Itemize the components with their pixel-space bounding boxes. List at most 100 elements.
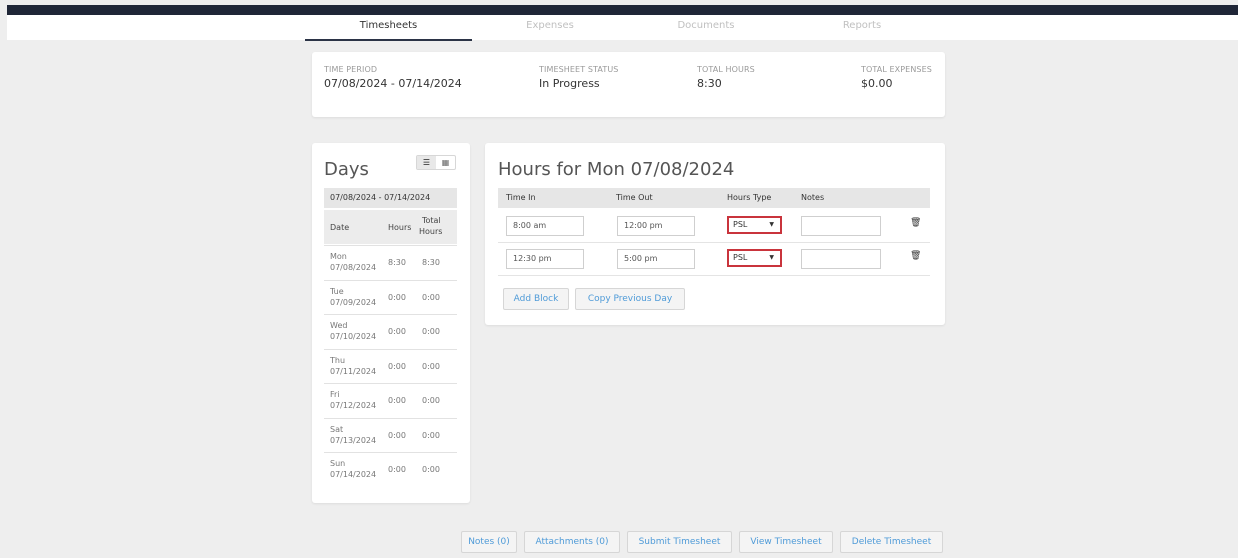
- day-hours: 0:00: [388, 465, 406, 474]
- col-notes: Notes: [801, 193, 825, 202]
- day-date: Thu 07/11/2024: [330, 355, 376, 377]
- day-hours: 0:00: [388, 361, 406, 371]
- day-name: Sun: [330, 459, 346, 468]
- day-row[interactable]: Thu 07/11/2024 0:00 0:00: [324, 348, 457, 383]
- day-date-value: 07/12/2024: [330, 401, 377, 410]
- total-hours-value: 8:30: [697, 77, 722, 90]
- hours-title: Hours for Mon 07/08/2024: [498, 159, 735, 180]
- dropdown-caret-icon: ▼: [769, 254, 774, 261]
- day-total-hours: 0:00: [422, 430, 440, 440]
- view-toggle: ☰ ▦: [416, 155, 456, 170]
- day-date-value: 07/10/2024: [330, 332, 377, 341]
- list-view-icon[interactable]: ☰: [417, 156, 436, 169]
- tab-reports[interactable]: Reports: [784, 15, 940, 41]
- notes-field[interactable]: [801, 216, 881, 236]
- time-block-row: 12:30 pm 5:00 pm PSL ▼ 🗑: [498, 243, 930, 276]
- day-date: Tue 07/09/2024: [330, 286, 376, 308]
- hours-type-select[interactable]: PSL ▼: [727, 249, 782, 267]
- col-date: Date: [330, 223, 350, 232]
- copy-previous-day-button[interactable]: Copy Previous Day: [575, 288, 685, 310]
- time-in-field[interactable]: 12:30 pm: [506, 249, 584, 269]
- time-period: TIME PERIOD 07/08/2024 - 07/14/2024: [324, 65, 462, 90]
- summary-card: TIME PERIOD 07/08/2024 - 07/14/2024 TIME…: [312, 52, 945, 117]
- days-table-header: Date Hours Total Hours: [324, 210, 457, 244]
- col-time-in: Time In: [506, 193, 536, 202]
- trash-icon[interactable]: 🗑: [910, 251, 921, 261]
- col-hours-type: Hours Type: [727, 193, 772, 202]
- tab-expenses[interactable]: Expenses: [472, 15, 628, 41]
- day-row[interactable]: Tue 07/09/2024 0:00 0:00: [324, 279, 457, 314]
- day-name: Thu: [330, 355, 346, 365]
- day-date: Sat 07/13/2024: [330, 424, 376, 446]
- day-total-hours: 0:00: [422, 465, 440, 474]
- day-total-hours: 0:00: [422, 361, 440, 371]
- day-date-value: 07/11/2024: [330, 366, 377, 376]
- view-timesheet-button[interactable]: View Timesheet: [739, 531, 833, 553]
- day-hours: 0:00: [388, 292, 406, 302]
- day-hours: 8:30: [388, 258, 406, 267]
- total-hours: TOTAL HOURS 8:30: [697, 65, 755, 90]
- day-name: Fri: [330, 390, 340, 399]
- days-title: Days: [324, 159, 369, 180]
- day-hours: 0:00: [388, 396, 406, 405]
- day-row[interactable]: Wed 07/10/2024 0:00 0:00: [324, 314, 457, 348]
- time-out-field[interactable]: 5:00 pm: [617, 249, 695, 269]
- day-row[interactable]: Sun 07/14/2024 0:00 0:00: [324, 452, 457, 486]
- notes-field[interactable]: [801, 249, 881, 269]
- hours-type-value: PSL: [733, 253, 748, 262]
- status-label: TIMESHEET STATUS: [539, 65, 619, 74]
- tab-documents[interactable]: Documents: [628, 15, 784, 41]
- total-hours-label: TOTAL HOURS: [697, 65, 755, 74]
- day-date-value: 07/13/2024: [330, 435, 377, 445]
- day-date: Mon 07/08/2024: [330, 251, 376, 273]
- attachments-button[interactable]: Attachments (0): [524, 531, 620, 553]
- nav-tabs: Timesheets Expenses Documents Reports: [305, 15, 945, 41]
- day-date: Sun 07/14/2024: [330, 458, 376, 480]
- time-period-label: TIME PERIOD: [324, 65, 378, 74]
- day-row[interactable]: Fri 07/12/2024 0:00 0:00: [324, 383, 457, 417]
- hours-card: Hours for Mon 07/08/2024 Time In Time Ou…: [485, 143, 945, 325]
- trash-icon[interactable]: 🗑: [910, 218, 921, 228]
- col-total-2: Hours: [419, 227, 443, 236]
- hours-type-select[interactable]: PSL ▼: [727, 216, 782, 234]
- days-card: Days ☰ ▦ 07/08/2024 - 07/14/2024 Date Ho…: [312, 143, 470, 503]
- status-value: In Progress: [539, 77, 600, 90]
- day-date-value: 07/09/2024: [330, 297, 377, 307]
- tab-timesheets[interactable]: Timesheets: [305, 15, 472, 41]
- day-date-value: 07/08/2024: [330, 263, 377, 272]
- day-total-hours: 8:30: [422, 258, 440, 267]
- timesheet-status: TIMESHEET STATUS In Progress: [539, 65, 618, 90]
- day-date-value: 07/14/2024: [330, 470, 377, 479]
- day-hours: 0:00: [388, 327, 406, 336]
- dropdown-caret-icon: ▼: [769, 221, 774, 228]
- hours-table-header: Time In Time Out Hours Type Notes: [498, 188, 930, 208]
- day-date: Fri 07/12/2024: [330, 389, 376, 411]
- day-row[interactable]: Mon 07/08/2024 8:30 8:30: [324, 245, 457, 279]
- time-period-value: 07/08/2024 - 07/14/2024: [324, 77, 462, 90]
- add-block-button[interactable]: Add Block: [503, 288, 569, 310]
- notes-button[interactable]: Notes (0): [461, 531, 517, 553]
- day-name: Mon: [330, 252, 347, 261]
- total-expenses: TOTAL EXPENSES $0.00: [861, 65, 932, 90]
- day-hours: 0:00: [388, 430, 406, 440]
- calendar-view-icon[interactable]: ▦: [436, 156, 455, 169]
- submit-timesheet-button[interactable]: Submit Timesheet: [627, 531, 732, 553]
- day-name: Tue: [330, 286, 344, 296]
- col-total-1: Total: [422, 216, 441, 225]
- time-block-row: 8:00 am 12:00 pm PSL ▼ 🗑: [498, 210, 930, 243]
- delete-timesheet-button[interactable]: Delete Timesheet: [840, 531, 943, 553]
- day-name: Sat: [330, 424, 344, 434]
- day-date: Wed 07/10/2024: [330, 320, 376, 342]
- time-out-field[interactable]: 12:00 pm: [617, 216, 695, 236]
- total-expenses-label: TOTAL EXPENSES: [861, 65, 932, 74]
- day-total-hours: 0:00: [422, 327, 440, 336]
- total-expenses-value: $0.00: [861, 77, 893, 90]
- hours-type-value: PSL: [733, 220, 748, 229]
- day-name: Wed: [330, 321, 348, 330]
- day-total-hours: 0:00: [422, 396, 440, 405]
- day-row[interactable]: Sat 07/13/2024 0:00 0:00: [324, 417, 457, 452]
- day-total-hours: 0:00: [422, 292, 440, 302]
- col-time-out: Time Out: [616, 193, 653, 202]
- time-in-field[interactable]: 8:00 am: [506, 216, 584, 236]
- days-range: 07/08/2024 - 07/14/2024: [324, 188, 457, 208]
